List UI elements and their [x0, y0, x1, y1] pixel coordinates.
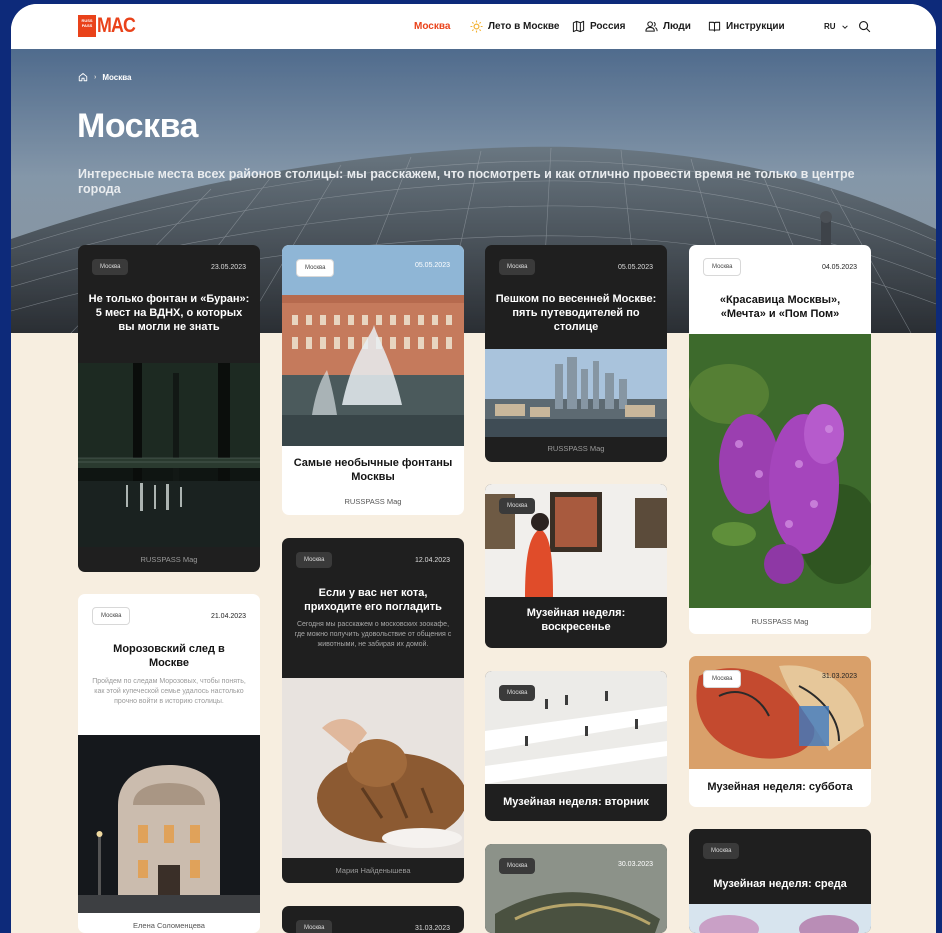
card-date: 21.04.2023	[210, 612, 246, 620]
card-title: Не только фонтан и «Буран»: 5 мест на ВД…	[88, 293, 250, 333]
card-title: Музейная неделя: среда	[713, 878, 847, 890]
card-title: Музейная неделя: суббота	[707, 781, 853, 793]
search-icon	[859, 21, 871, 33]
card-tag[interactable]: Москва	[703, 843, 740, 859]
article-card-walks[interactable]: Москва 05.05.2023 Пешком по весенней Мос…	[485, 245, 667, 462]
article-card-museum-sunday[interactable]: Москва Музейная неделя: воскресенье	[485, 484, 667, 648]
card-image	[485, 349, 667, 437]
article-card-museum-saturday[interactable]: Москва 31.03.2023 Музейная неделя: суббо…	[689, 656, 871, 807]
card-image	[78, 363, 260, 547]
chevron-down-icon	[841, 24, 848, 29]
search-button[interactable]	[858, 4, 871, 49]
nav-item-summer[interactable]: Лето в Москве	[470, 4, 559, 49]
map-icon	[572, 20, 585, 33]
people-icon	[645, 21, 658, 32]
language-label: RU	[824, 22, 836, 31]
nav-item-people[interactable]: Люди	[645, 4, 691, 49]
card-image	[78, 735, 260, 913]
card-title: Музейная неделя: воскресенье	[526, 607, 626, 633]
article-card-morozov[interactable]: Москва 21.04.2023 Морозовский след в Мос…	[78, 594, 260, 933]
article-card-partial-2[interactable]: Москва 31.03.2023	[282, 906, 464, 933]
card-tag[interactable]: Москва	[296, 552, 333, 568]
card-tag[interactable]: Москва	[499, 498, 536, 514]
language-selector[interactable]: RU	[824, 4, 849, 49]
nav-item-moscow[interactable]: Москва	[414, 4, 450, 49]
card-title: Музейная неделя: вторник	[503, 796, 649, 808]
card-date: 05.05.2023	[414, 262, 450, 269]
card-image	[282, 678, 464, 858]
card-date: 23.05.2023	[210, 263, 246, 271]
card-source: RUSSPASS Mag	[344, 497, 402, 506]
card-date: 31.03.2023	[821, 673, 857, 680]
card-tag[interactable]: Москва	[92, 259, 129, 275]
page-subtitle: Интересные места всех районов столицы: м…	[78, 167, 855, 196]
nav-item-instructions[interactable]: Инструкции	[708, 4, 785, 49]
nav-label-moscow: Москва	[414, 21, 451, 32]
card-description: Сегодня мы расскажем о московских зоокаф…	[294, 621, 452, 648]
sun-icon	[470, 20, 483, 33]
card-title: Морозовский след в Москве	[113, 643, 225, 669]
breadcrumb-separator: ›	[94, 73, 97, 81]
card-source: RUSSPASS Mag	[547, 444, 605, 453]
card-tag[interactable]: Москва	[92, 607, 131, 625]
card-tag[interactable]: Москва	[296, 259, 335, 277]
card-source: RUSSPASS Mag	[140, 555, 198, 564]
card-title: Самые необычные фонтаны Москвы	[293, 457, 453, 483]
card-date: 30.03.2023	[617, 861, 653, 868]
card-tag[interactable]: Москва	[703, 670, 742, 688]
card-date: 31.03.2023	[414, 924, 450, 932]
article-card-partial-1[interactable]: Москва 30.03.2023	[485, 844, 667, 933]
card-image	[689, 904, 871, 933]
article-card-vdnh[interactable]: Москва 23.05.2023 Не только фонтан и «Бу…	[78, 245, 260, 572]
nav-item-russia[interactable]: Россия	[572, 4, 626, 49]
card-source: Елена Соломенцева	[133, 921, 205, 930]
card-tag[interactable]: Москва	[499, 259, 536, 275]
nav-label-people: Люди	[663, 21, 691, 32]
card-tag[interactable]: Москва	[703, 258, 742, 276]
card-date: 05.05.2023	[617, 263, 653, 271]
card-source: Мария Найденышева	[335, 866, 411, 875]
book-icon	[708, 21, 721, 32]
article-card-lilac[interactable]: Москва 04.05.2023 «Красавица Москвы», «М…	[689, 245, 871, 634]
nav-label-russia: Россия	[590, 21, 626, 32]
article-card-fountains[interactable]: Москва 05.05.2023 Самые необычные фонтан…	[282, 245, 464, 515]
breadcrumb: › Москва	[78, 72, 132, 82]
article-card-museum-wednesday[interactable]: Москва Музейная неделя: среда	[689, 829, 871, 933]
card-date: 04.05.2023	[821, 263, 857, 271]
logo-text: MAC	[97, 14, 136, 37]
card-tag[interactable]: Москва	[296, 920, 333, 933]
card-title: Если у вас нет кота, приходите его погла…	[304, 587, 442, 613]
top-navigation-bar: RUSS PASS MAC Москва Лето в Москве Росси…	[11, 4, 936, 49]
article-card-museum-tuesday[interactable]: Москва Музейная неделя: вторник	[485, 671, 667, 821]
nav-label-summer: Лето в Москве	[488, 21, 560, 32]
card-source: RUSSPASS Mag	[751, 617, 809, 626]
breadcrumb-current[interactable]: Москва	[102, 73, 131, 82]
card-title: «Красавица Москвы», «Мечта» и «Пом Пом»	[719, 294, 841, 320]
card-tag[interactable]: Москва	[499, 685, 536, 701]
logo-mark: RUSS PASS	[78, 15, 96, 37]
home-icon[interactable]	[78, 72, 88, 82]
card-title: Пешком по весенней Москве: пять путеводи…	[495, 293, 657, 333]
article-card-cats[interactable]: Москва 12.04.2023 Если у вас нет кота, п…	[282, 538, 464, 883]
page-title: Москва	[77, 107, 198, 145]
card-description: Пройдем по следам Морозовых, чтобы понят…	[92, 678, 246, 705]
nav-label-instructions: Инструкции	[726, 21, 785, 32]
card-tag[interactable]: Москва	[499, 858, 536, 874]
logo[interactable]: RUSS PASS MAC	[78, 15, 142, 37]
card-image	[689, 334, 871, 608]
page-frame: RUSS PASS MAC Москва Лето в Москве Росси…	[11, 4, 936, 933]
card-date: 12.04.2023	[414, 556, 450, 564]
